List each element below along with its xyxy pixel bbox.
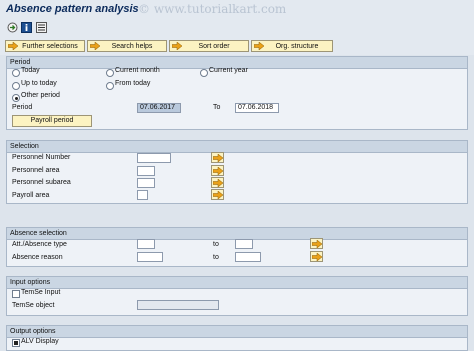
temse-object-field[interactable] bbox=[137, 300, 219, 310]
personnel-area-field[interactable] bbox=[137, 166, 155, 176]
radio-other-period[interactable] bbox=[12, 94, 20, 102]
temse-input-label: TemSe Input bbox=[21, 289, 61, 296]
att-absence-type-to-field[interactable] bbox=[235, 239, 253, 249]
period-to-label: To bbox=[213, 104, 221, 111]
att-absence-type-label: Att./Absence type bbox=[12, 241, 67, 248]
arrow-right-icon bbox=[213, 167, 223, 175]
att-absence-type-from-field[interactable] bbox=[137, 239, 155, 249]
radio-from-today-label: From today bbox=[115, 80, 151, 87]
output-options-frame: Output options bbox=[6, 325, 468, 351]
input-options-frame: Input options bbox=[6, 276, 468, 316]
radio-today-label: Today bbox=[21, 67, 40, 74]
radio-today[interactable] bbox=[12, 69, 20, 77]
radio-other-period-label: Other period bbox=[21, 92, 60, 99]
sort-order-button[interactable]: Sort order bbox=[169, 40, 249, 52]
alv-display-checkbox[interactable] bbox=[12, 339, 20, 347]
arrow-right-icon bbox=[213, 179, 223, 187]
input-options-frame-title: Input options bbox=[7, 277, 467, 289]
absence-reason-from-field[interactable] bbox=[137, 252, 163, 262]
temse-input-checkbox[interactable] bbox=[12, 290, 20, 298]
icon-toolbar bbox=[0, 20, 474, 38]
execute-icon[interactable] bbox=[7, 22, 18, 33]
further-selections-button[interactable]: Further selections bbox=[5, 40, 85, 52]
temse-object-label: TemSe object bbox=[12, 302, 55, 309]
selection-frame: Selection bbox=[6, 140, 468, 204]
radio-current-month[interactable] bbox=[106, 69, 114, 77]
radio-up-to-today[interactable] bbox=[12, 82, 20, 90]
period-from-field[interactable]: 07.06.2017 bbox=[137, 103, 181, 113]
radio-current-month-label: Current month bbox=[115, 67, 160, 74]
arrow-right-icon bbox=[213, 154, 223, 162]
personnel-area-label: Personnel area bbox=[12, 167, 60, 174]
payroll-area-multiple-button[interactable] bbox=[211, 189, 224, 200]
personnel-subarea-field[interactable] bbox=[137, 178, 155, 188]
payroll-area-field[interactable] bbox=[137, 190, 148, 200]
alv-display-label: ALV Display bbox=[21, 338, 59, 345]
info-icon[interactable] bbox=[21, 22, 32, 33]
radio-current-year[interactable] bbox=[200, 69, 208, 77]
period-label: Period bbox=[12, 104, 33, 111]
att-absence-type-to-label: to bbox=[213, 241, 219, 248]
payroll-period-button[interactable]: Payroll period bbox=[12, 115, 92, 127]
search-helps-button[interactable]: Search helps bbox=[87, 40, 167, 52]
variants-icon[interactable] bbox=[36, 22, 47, 33]
arrow-right-icon bbox=[312, 240, 322, 248]
watermark: © www.tutorialkart.com bbox=[138, 2, 287, 16]
personnel-number-label: Personnel Number bbox=[12, 154, 71, 161]
output-options-frame-title: Output options bbox=[7, 326, 467, 338]
personnel-number-multiple-button[interactable] bbox=[211, 152, 224, 163]
absence-reason-to-field[interactable] bbox=[235, 252, 261, 262]
absence-reason-multiple-button[interactable] bbox=[310, 251, 323, 262]
personnel-number-field[interactable] bbox=[137, 153, 171, 163]
absence-reason-to-label: to bbox=[213, 254, 219, 261]
personnel-area-multiple-button[interactable] bbox=[211, 165, 224, 176]
arrow-right-icon bbox=[213, 191, 223, 199]
org-structure-button[interactable]: Org. structure bbox=[251, 40, 333, 52]
personnel-subarea-multiple-button[interactable] bbox=[211, 177, 224, 188]
radio-up-to-today-label: Up to today bbox=[21, 80, 57, 87]
radio-from-today[interactable] bbox=[106, 82, 114, 90]
att-absence-type-multiple-button[interactable] bbox=[310, 238, 323, 249]
page-title: Absence pattern analysis bbox=[6, 3, 139, 15]
period-to-field[interactable]: 07.06.2018 bbox=[235, 103, 279, 113]
arrow-right-icon bbox=[312, 253, 322, 261]
payroll-area-label: Payroll area bbox=[12, 192, 50, 199]
radio-current-year-label: Current year bbox=[209, 67, 248, 74]
absence-reason-label: Absence reason bbox=[12, 254, 63, 261]
personnel-subarea-label: Personnel subarea bbox=[12, 179, 71, 186]
selection-frame-title: Selection bbox=[7, 141, 467, 153]
